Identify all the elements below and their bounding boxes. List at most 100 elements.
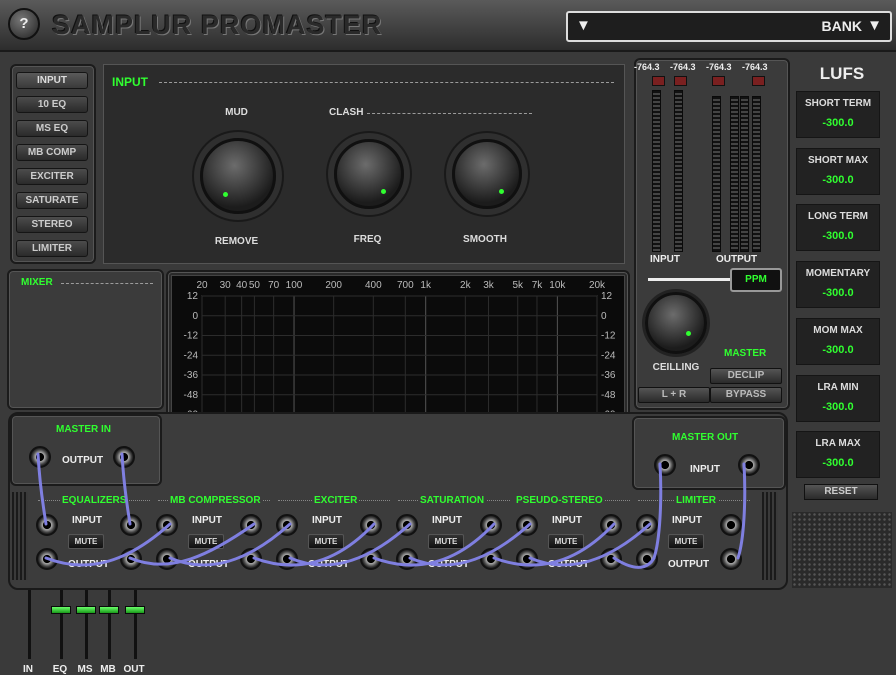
module-output-jack-right[interactable] bbox=[600, 548, 622, 570]
module-output-label: OUTPUT bbox=[428, 559, 470, 570]
ppm-mode-button[interactable]: PPM bbox=[730, 268, 782, 292]
bank-selector[interactable]: ▼ BANK ▼ bbox=[566, 11, 892, 42]
remove-label: REMOVE bbox=[214, 236, 259, 247]
bank-dropdown-icon[interactable]: ▼ bbox=[867, 17, 882, 34]
meter-readout-2: -764.3 bbox=[670, 62, 696, 72]
module-input-jack-right[interactable] bbox=[480, 514, 502, 536]
sidebar-item-10-eq[interactable]: 10 EQ bbox=[16, 96, 88, 113]
clip-indicator[interactable] bbox=[652, 76, 665, 86]
fader-label: IN bbox=[23, 664, 33, 675]
sidebar-item-input[interactable]: INPUT bbox=[16, 72, 88, 89]
module-input-jack-left[interactable] bbox=[636, 514, 658, 536]
module-input-jack-right[interactable] bbox=[240, 514, 262, 536]
right-vent bbox=[762, 492, 778, 580]
module-output-jack-left[interactable] bbox=[636, 548, 658, 570]
bank-prev-icon[interactable]: ▼ bbox=[576, 17, 591, 34]
module-input-jack-left[interactable] bbox=[516, 514, 538, 536]
module-output-jack-left[interactable] bbox=[36, 548, 58, 570]
fader-label: OUT bbox=[123, 664, 145, 675]
fader-mb[interactable] bbox=[99, 606, 119, 615]
mute-button[interactable]: MUTE bbox=[668, 534, 704, 549]
fader-label: MS bbox=[77, 664, 93, 675]
mixer-divider bbox=[61, 283, 153, 284]
module-output-jack-right[interactable] bbox=[360, 548, 382, 570]
eq-db-tick: 12 bbox=[601, 291, 613, 302]
mud-remove-knob[interactable] bbox=[200, 138, 276, 214]
sidebar-item-ms-eq[interactable]: MS EQ bbox=[16, 120, 88, 137]
master-label: MASTER bbox=[724, 348, 767, 359]
module-output-label: OUTPUT bbox=[308, 559, 350, 570]
eq-db-tick: 0 bbox=[601, 311, 607, 322]
module-input-jack-right[interactable] bbox=[120, 514, 142, 536]
ppm-rule bbox=[648, 278, 730, 281]
module-title: SATURATION bbox=[418, 495, 487, 506]
input-meter-left bbox=[652, 90, 661, 252]
declip-button[interactable]: DECLIP bbox=[710, 368, 782, 384]
lufs-title: LUFS bbox=[819, 64, 865, 83]
eq-freq-tick: 700 bbox=[397, 280, 414, 291]
master-in-jack-right[interactable] bbox=[113, 446, 135, 468]
master-out-jack-left[interactable] bbox=[654, 454, 676, 476]
module-output-jack-right[interactable] bbox=[720, 548, 742, 570]
module-output-label: OUTPUT bbox=[188, 559, 230, 570]
master-out-jack-right[interactable] bbox=[738, 454, 760, 476]
module-output-jack-right[interactable] bbox=[120, 548, 142, 570]
sidebar-item-stereo[interactable]: STEREO bbox=[16, 216, 88, 233]
input-meter-label: INPUT bbox=[650, 254, 680, 265]
help-button[interactable]: ? bbox=[8, 8, 40, 40]
reset-button[interactable]: RESET bbox=[804, 484, 878, 500]
clash-smooth-knob[interactable] bbox=[452, 139, 522, 209]
module-title: EXCITER bbox=[312, 495, 360, 506]
meter-panel: -764.3 -764.3 -764.3 -764.3 INPUT OUTPUT… bbox=[634, 58, 790, 410]
clip-indicator[interactable] bbox=[674, 76, 687, 86]
mute-button[interactable]: MUTE bbox=[428, 534, 464, 549]
fader-out[interactable] bbox=[125, 606, 145, 615]
module-input-label: INPUT bbox=[312, 515, 342, 526]
module-input-jack-right[interactable] bbox=[600, 514, 622, 536]
clash-freq-knob[interactable] bbox=[334, 139, 404, 209]
module-output-jack-left[interactable] bbox=[276, 548, 298, 570]
sidebar-item-saturate[interactable]: SATURATE bbox=[16, 192, 88, 209]
module-input-jack-left[interactable] bbox=[36, 514, 58, 536]
clip-indicator[interactable] bbox=[752, 76, 765, 86]
master-in-jack-left[interactable] bbox=[29, 446, 51, 468]
bank-label: BANK bbox=[821, 18, 862, 34]
module-input-jack-left[interactable] bbox=[396, 514, 418, 536]
eq-freq-tick: 40 bbox=[236, 280, 248, 291]
module-output-jack-right[interactable] bbox=[240, 548, 262, 570]
sidebar-item-mb-comp[interactable]: MB COMP bbox=[16, 144, 88, 161]
ceiling-knob[interactable] bbox=[645, 292, 707, 354]
module-output-jack-left[interactable] bbox=[156, 548, 178, 570]
module-input-label: INPUT bbox=[72, 515, 102, 526]
mute-button[interactable]: MUTE bbox=[68, 534, 104, 549]
module-output-jack-left[interactable] bbox=[516, 548, 538, 570]
module-output-jack-right[interactable] bbox=[480, 548, 502, 570]
lufs-box: LRA MIN -300.0 bbox=[796, 374, 880, 422]
fader-eq[interactable] bbox=[51, 606, 71, 615]
module-input-jack-right[interactable] bbox=[360, 514, 382, 536]
lr-button[interactable]: L + R bbox=[638, 387, 710, 403]
module-output-jack-left[interactable] bbox=[396, 548, 418, 570]
bypass-button[interactable]: BYPASS bbox=[710, 387, 782, 403]
mud-label: MUD bbox=[225, 107, 248, 118]
clip-indicator[interactable] bbox=[712, 76, 725, 86]
ceiling-label: CEILLING bbox=[652, 362, 700, 373]
module-input-label: INPUT bbox=[432, 515, 462, 526]
module-title: PSEUDO-STEREO bbox=[514, 495, 605, 506]
module-input-jack-right[interactable] bbox=[720, 514, 742, 536]
module-input-jack-left[interactable] bbox=[276, 514, 298, 536]
freq-label: FREQ bbox=[353, 234, 382, 245]
mute-button[interactable]: MUTE bbox=[548, 534, 584, 549]
lufs-label: MOM MAX bbox=[813, 324, 863, 336]
lufs-label: MOMENTARY bbox=[805, 268, 871, 280]
output-meter-right bbox=[752, 96, 761, 252]
master-out-input-label: INPUT bbox=[690, 464, 720, 475]
eq-freq-tick: 70 bbox=[268, 280, 280, 291]
module-input-jack-left[interactable] bbox=[156, 514, 178, 536]
sidebar-item-exciter[interactable]: EXCITER bbox=[16, 168, 88, 185]
mute-button[interactable]: MUTE bbox=[188, 534, 224, 549]
sidebar-item-limiter[interactable]: LIMITER bbox=[16, 240, 88, 257]
fader-ms[interactable] bbox=[76, 606, 96, 615]
eq-db-tick: -24 bbox=[184, 350, 199, 361]
mute-button[interactable]: MUTE bbox=[308, 534, 344, 549]
